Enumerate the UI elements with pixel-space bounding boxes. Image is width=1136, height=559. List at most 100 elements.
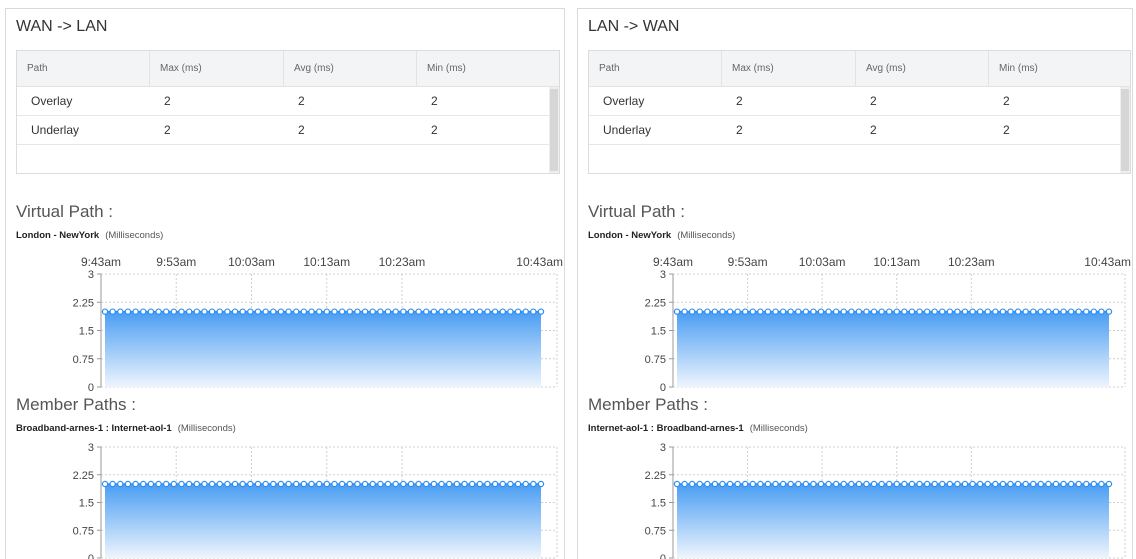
data-point[interactable] xyxy=(992,308,999,315)
data-point[interactable] xyxy=(704,308,711,315)
member-paths-chart[interactable]: 3 2.25 1.5 0.75 0 xyxy=(578,435,1134,559)
data-point[interactable] xyxy=(407,308,415,315)
data-point[interactable] xyxy=(984,480,991,488)
data-point[interactable] xyxy=(323,480,331,488)
data-point[interactable] xyxy=(415,480,422,488)
data-point[interactable] xyxy=(109,308,116,315)
data-point[interactable] xyxy=(1045,480,1052,488)
data-point[interactable] xyxy=(346,480,353,488)
data-point[interactable] xyxy=(247,480,254,488)
data-point[interactable] xyxy=(681,308,688,315)
data-point[interactable] xyxy=(1060,480,1067,488)
data-point[interactable] xyxy=(1083,480,1090,488)
data-point[interactable] xyxy=(499,308,506,315)
data-point[interactable] xyxy=(787,480,794,488)
data-point[interactable] xyxy=(726,480,734,488)
data-point[interactable] xyxy=(802,308,810,315)
data-point[interactable] xyxy=(270,480,277,488)
data-point[interactable] xyxy=(1052,480,1060,488)
data-point[interactable] xyxy=(1030,308,1037,315)
data-point[interactable] xyxy=(1014,308,1022,315)
data-point[interactable] xyxy=(772,308,779,315)
data-point[interactable] xyxy=(216,480,223,488)
data-point[interactable] xyxy=(400,308,407,315)
data-point[interactable] xyxy=(1060,308,1067,315)
data-point[interactable] xyxy=(514,308,522,315)
data-point[interactable] xyxy=(216,308,223,315)
data-point[interactable] xyxy=(1037,308,1044,315)
data-point[interactable] xyxy=(453,308,461,315)
data-point[interactable] xyxy=(696,480,703,488)
data-point[interactable] xyxy=(407,480,415,488)
data-point[interactable] xyxy=(863,308,870,315)
data-point[interactable] xyxy=(147,308,155,315)
data-point[interactable] xyxy=(293,308,300,315)
data-point[interactable] xyxy=(908,480,916,488)
data-point[interactable] xyxy=(688,308,696,315)
data-point[interactable] xyxy=(749,480,756,488)
data-point[interactable] xyxy=(361,480,369,488)
data-point[interactable] xyxy=(446,480,453,488)
data-point[interactable] xyxy=(893,480,900,488)
data-point[interactable] xyxy=(423,308,430,315)
data-point[interactable] xyxy=(1067,308,1075,315)
data-point[interactable] xyxy=(361,308,369,315)
data-point[interactable] xyxy=(772,480,779,488)
data-point[interactable] xyxy=(507,480,514,488)
table-scrollbar[interactable] xyxy=(1120,87,1130,173)
data-point[interactable] xyxy=(124,480,132,488)
data-point[interactable] xyxy=(802,480,810,488)
data-point[interactable] xyxy=(208,480,216,488)
data-point[interactable] xyxy=(840,308,847,315)
column-header-min[interactable]: Min (ms) xyxy=(417,51,559,87)
data-point[interactable] xyxy=(810,480,817,488)
data-point[interactable] xyxy=(514,480,522,488)
data-point[interactable] xyxy=(939,308,946,315)
data-point[interactable] xyxy=(262,480,269,488)
data-point[interactable] xyxy=(400,480,407,488)
column-header-min[interactable]: Min (ms) xyxy=(989,51,1130,87)
data-point[interactable] xyxy=(369,308,376,315)
data-point[interactable] xyxy=(742,480,749,488)
data-point[interactable] xyxy=(315,308,323,315)
data-point[interactable] xyxy=(886,480,893,488)
data-point[interactable] xyxy=(262,308,269,315)
data-point[interactable] xyxy=(254,480,262,488)
data-point[interactable] xyxy=(537,308,545,315)
data-point[interactable] xyxy=(461,308,468,315)
data-point[interactable] xyxy=(1067,480,1075,488)
data-point[interactable] xyxy=(696,308,703,315)
table-row[interactable]: Underlay 2 2 2 xyxy=(589,116,1120,145)
data-point[interactable] xyxy=(999,308,1007,315)
data-point[interactable] xyxy=(688,480,696,488)
data-point[interactable] xyxy=(1052,308,1060,315)
data-point[interactable] xyxy=(293,480,300,488)
data-point[interactable] xyxy=(711,480,719,488)
column-header-path[interactable]: Path xyxy=(17,51,150,87)
data-point[interactable] xyxy=(1098,308,1105,315)
data-point[interactable] xyxy=(810,308,817,315)
data-point[interactable] xyxy=(170,480,178,488)
data-point[interactable] xyxy=(109,480,116,488)
data-point[interactable] xyxy=(338,308,346,315)
column-header-avg[interactable]: Avg (ms) xyxy=(856,51,989,87)
data-point[interactable] xyxy=(430,480,438,488)
data-point[interactable] xyxy=(155,480,162,488)
data-point[interactable] xyxy=(734,308,741,315)
data-point[interactable] xyxy=(354,480,361,488)
data-point[interactable] xyxy=(757,480,764,488)
data-point[interactable] xyxy=(832,480,840,488)
data-point[interactable] xyxy=(285,480,292,488)
data-point[interactable] xyxy=(908,308,916,315)
table-row[interactable]: Underlay 2 2 2 xyxy=(17,116,549,145)
data-point[interactable] xyxy=(779,480,787,488)
data-point[interactable] xyxy=(369,480,376,488)
data-point[interactable] xyxy=(931,308,938,315)
data-point[interactable] xyxy=(1098,480,1105,488)
column-header-path[interactable]: Path xyxy=(589,51,722,87)
data-point[interactable] xyxy=(468,480,476,488)
data-point[interactable] xyxy=(132,308,139,315)
data-point[interactable] xyxy=(863,480,870,488)
data-point[interactable] xyxy=(178,480,185,488)
data-point[interactable] xyxy=(734,480,741,488)
